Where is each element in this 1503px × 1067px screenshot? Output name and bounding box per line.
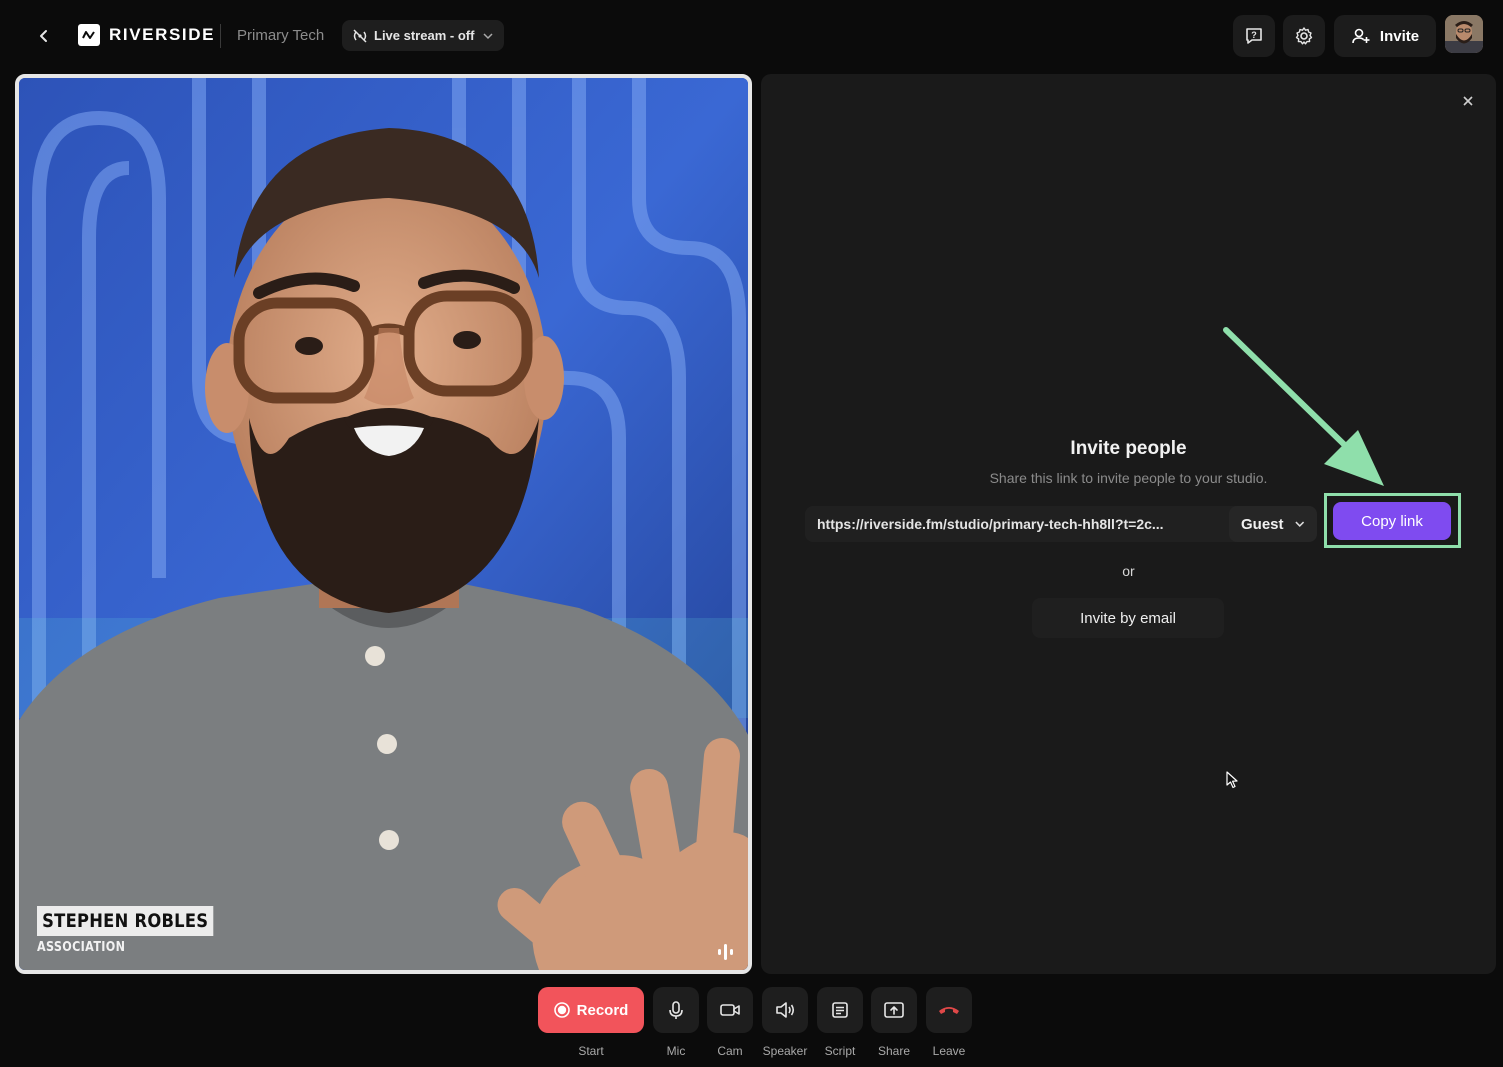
- back-icon: [40, 30, 47, 42]
- audio-level-icon: [715, 942, 735, 962]
- participant-name: STEPHEN ROBLES: [37, 906, 214, 936]
- record-button[interactable]: Record: [538, 987, 644, 1033]
- script-label: Script: [824, 1044, 856, 1058]
- live-stream-dropdown[interactable]: Live stream - off: [342, 20, 504, 51]
- start-label: Start: [578, 1044, 604, 1058]
- invite-button[interactable]: Invite: [1334, 15, 1436, 57]
- mouse-cursor-icon: [1226, 771, 1238, 789]
- share-label: Share: [877, 1044, 911, 1058]
- or-separator: or: [1122, 563, 1135, 579]
- leave-phone-icon: [939, 1007, 959, 1014]
- record-dot-icon: [553, 1002, 570, 1018]
- invite-label: Invite: [1379, 27, 1420, 45]
- close-icon: [1463, 96, 1473, 106]
- name-lower-third: STEPHEN ROBLES ASSOCIATION: [37, 906, 242, 955]
- invite-panel: Invite people Share this link to invite …: [761, 74, 1496, 974]
- close-button[interactable]: [1457, 90, 1479, 112]
- live-off-icon: [353, 28, 367, 43]
- cam-button[interactable]: [707, 987, 753, 1033]
- back-button[interactable]: [30, 22, 58, 50]
- record-label: Record: [576, 1001, 629, 1019]
- cam-control: Cam: [707, 987, 753, 1058]
- brand-logo[interactable]: RIVERSIDE: [78, 24, 215, 46]
- role-label: Guest: [1241, 515, 1284, 533]
- invite-subtitle: Share this link to invite people to your…: [989, 470, 1268, 486]
- script-control: Script: [817, 987, 863, 1058]
- copy-link-button[interactable]: Copy link: [1333, 502, 1451, 540]
- participant-org: ASSOCIATION: [37, 940, 126, 955]
- speaker-button[interactable]: [762, 987, 808, 1033]
- chevron-down-icon: [483, 32, 493, 39]
- speaker-label: Speaker: [762, 1044, 808, 1058]
- settings-button[interactable]: [1283, 15, 1325, 57]
- script-icon: [832, 1002, 848, 1018]
- invite-title: Invite people: [1070, 438, 1187, 459]
- add-user-icon: [1352, 28, 1370, 44]
- riverside-studio: RIVERSIDE Primary Tech Live stream - off…: [0, 0, 1503, 1067]
- script-button[interactable]: [817, 987, 863, 1033]
- riverside-logo-icon: [78, 24, 100, 46]
- leave-label: Leave: [932, 1044, 966, 1058]
- role-dropdown[interactable]: Guest: [1229, 506, 1317, 542]
- brand-name: RIVERSIDE: [109, 25, 216, 44]
- live-stream-label: Live stream - off: [374, 28, 475, 43]
- user-avatar[interactable]: [1445, 15, 1483, 53]
- share-button[interactable]: [871, 987, 917, 1033]
- mic-label: Mic: [666, 1044, 686, 1058]
- cam-label: Cam: [717, 1044, 743, 1058]
- speaker-icon: [776, 1002, 795, 1018]
- invite-by-email-button[interactable]: Invite by email: [1032, 598, 1224, 638]
- participant-video[interactable]: STEPHEN ROBLES ASSOCIATION: [15, 74, 752, 974]
- top-bar: RIVERSIDE Primary Tech Live stream - off…: [0, 0, 1503, 72]
- speaker-control: Speaker: [762, 987, 808, 1058]
- svg-text:?: ?: [1251, 30, 1257, 40]
- header-divider: [220, 24, 221, 48]
- video-frame: [19, 78, 748, 970]
- studio-name: Primary Tech: [237, 27, 325, 44]
- camera-icon: [720, 1004, 740, 1016]
- leave-button[interactable]: [926, 987, 972, 1033]
- feedback-icon: ?: [1246, 28, 1262, 44]
- bottom-toolbar: Record Start Mic Cam Speaker Script Shar…: [0, 984, 1503, 1067]
- mic-control: Mic: [653, 987, 699, 1058]
- share-control: Share: [871, 987, 917, 1058]
- leave-control: Leave: [926, 987, 972, 1058]
- mic-icon: [669, 1001, 683, 1019]
- feedback-button[interactable]: ?: [1233, 15, 1275, 57]
- chevron-down-icon: [1294, 521, 1304, 527]
- record-control: Record Start: [538, 987, 644, 1058]
- mic-button[interactable]: [653, 987, 699, 1033]
- share-screen-icon: [884, 1002, 904, 1018]
- arrow-annotation: [1223, 327, 1384, 486]
- gear-icon: [1295, 27, 1313, 45]
